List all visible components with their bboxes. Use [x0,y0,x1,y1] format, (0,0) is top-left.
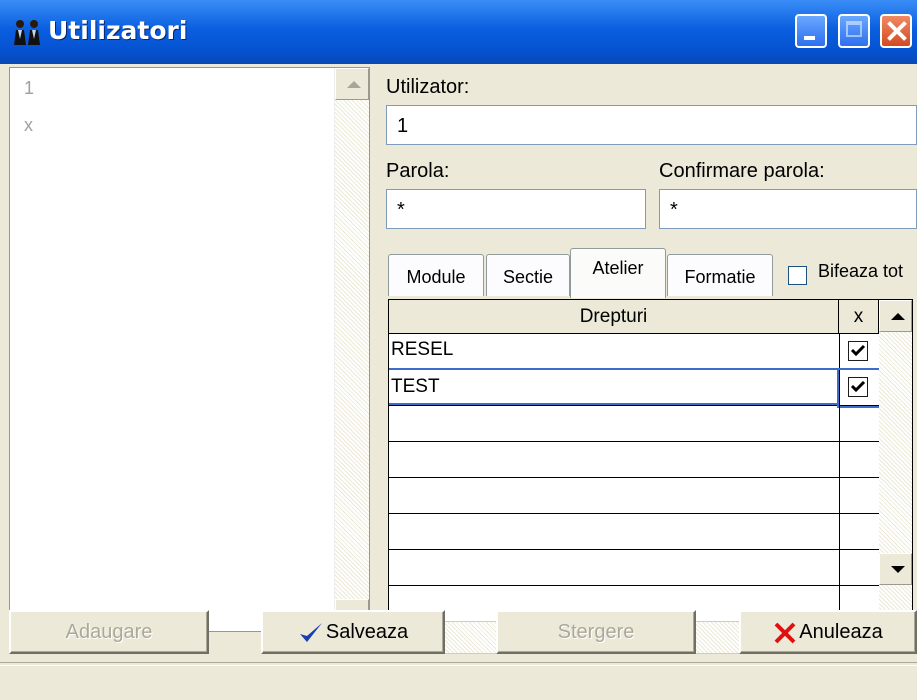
table-row[interactable] [389,550,879,586]
checkbox-checked[interactable] [848,377,868,397]
save-button[interactable]: Salveaza [261,610,445,654]
checkmark-icon [850,380,866,393]
arrow-down-icon [891,566,905,573]
tab-sectie[interactable]: Sectie [486,254,570,296]
user-input[interactable]: 1 [386,105,917,145]
confirm-password-input[interactable]: * [659,189,917,229]
users-listbox[interactable]: 1 x [9,67,370,632]
table-row[interactable] [389,514,879,550]
table-row[interactable] [389,442,879,478]
arrow-up-icon [891,313,905,320]
right-check-cell[interactable] [837,368,881,408]
table-row[interactable]: TEST [389,368,881,408]
cancel-button-label: Anuleaza [799,621,883,643]
right-name-cell[interactable]: TEST [389,368,839,405]
divider [0,662,917,666]
scroll-up-button[interactable] [879,300,912,332]
right-name-cell[interactable]: RESEL [391,339,453,361]
checkbox-checked[interactable] [848,341,868,361]
table-row[interactable] [389,406,879,442]
right-check-cell[interactable] [839,442,879,478]
close-icon [774,622,796,644]
right-check-cell[interactable] [839,478,879,514]
tab-atelier[interactable]: Atelier [570,248,666,298]
title-bar[interactable]: Utilizatori [0,0,917,64]
rights-grid[interactable]: Drepturi x RESEL TEST [388,299,913,622]
add-button-label: Adaugare [65,621,153,643]
check-all-checkbox[interactable] [788,266,807,285]
list-item[interactable]: 1 [24,78,34,99]
confirm-password-label: Confirmare parola: [659,160,825,182]
delete-button-label: Stergere [557,621,635,643]
right-check-cell[interactable] [839,550,879,586]
table-row[interactable] [389,478,879,514]
column-header-x[interactable]: x [839,300,879,334]
add-button[interactable]: Adaugare [9,610,209,654]
checkmark-icon [299,622,322,642]
delete-button[interactable]: Stergere [496,610,696,654]
maximize-button[interactable] [838,14,870,48]
list-item[interactable]: x [24,115,33,136]
minimize-button[interactable] [795,14,827,48]
password-label: Parola: [386,160,450,182]
listbox-scrollbar[interactable] [334,68,369,631]
password-input[interactable]: * [386,189,646,229]
save-button-label: Salveaza [325,621,409,643]
check-all-label: Bifeaza tot [818,261,904,281]
cancel-button[interactable]: Anuleaza [739,610,917,654]
user-label: Utilizator: [386,76,470,98]
tab-formatie[interactable]: Formatie [667,254,773,296]
table-row[interactable]: RESEL [389,334,879,370]
right-check-cell[interactable] [839,514,879,550]
scroll-down-button[interactable] [879,553,912,585]
grid-vertical-scrollbar[interactable] [879,300,912,621]
window-title: Utilizatori [48,16,188,45]
column-header-drepturi[interactable]: Drepturi [389,300,839,334]
right-check-cell[interactable] [839,406,879,442]
arrow-up-icon [347,81,361,88]
window-body: 1 x Utilizator: 1 Parola: * Confirmare p… [0,64,917,700]
right-check-cell[interactable] [839,334,879,370]
tab-module[interactable]: Module [388,254,484,296]
close-button[interactable] [880,14,912,48]
users-icon [14,20,40,45]
checkmark-icon [850,344,866,357]
scroll-up-button[interactable] [335,68,369,100]
